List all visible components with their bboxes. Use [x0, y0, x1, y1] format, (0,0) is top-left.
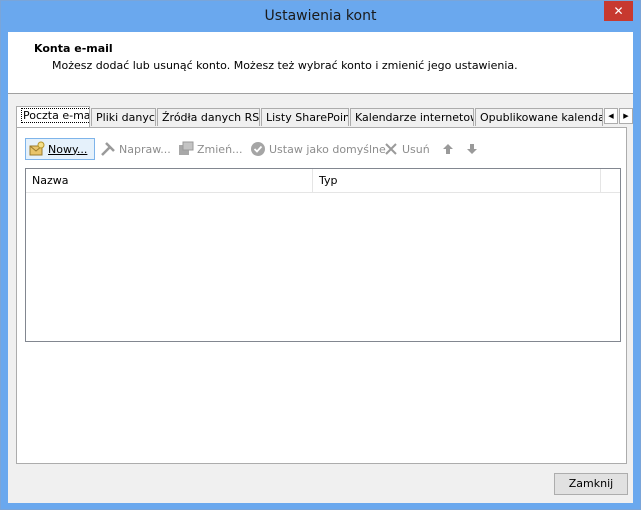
- close-icon: ✕: [613, 4, 624, 18]
- new-account-icon: [29, 141, 45, 157]
- header-panel: Konta e-mail Możesz dodać lub usunąć kon…: [8, 32, 633, 94]
- tab-scroll-right-button[interactable]: ▶: [619, 108, 633, 124]
- tab-internet-calendars-label: Kalendarze internetowe: [355, 111, 474, 124]
- remove-label: Usuń: [402, 142, 430, 156]
- account-settings-window: Ustawienia kont ✕ Konta e-mail Możesz do…: [0, 0, 641, 510]
- close-button-label: Zamknij: [568, 477, 614, 490]
- email-tab-panel: Nowy... Napraw... Zmień... Ustaw jako do…: [16, 127, 627, 464]
- arrow-up-icon: [440, 141, 456, 157]
- accounts-list[interactable]: Nazwa Typ: [25, 168, 621, 342]
- tab-sharepoint-lists-label: Listy SharePoint: [266, 111, 349, 124]
- remove-button[interactable]: Usuń: [380, 138, 433, 160]
- repair-label: Napraw...: [119, 142, 171, 156]
- move-up-button[interactable]: [437, 138, 459, 160]
- tab-published-calendars-label: Opublikowane kalendarze: [480, 111, 602, 124]
- tab-strip: Poczta e-mail Pliki danych Źródła danych…: [16, 106, 633, 127]
- tab-email-label: Poczta e-mail: [21, 108, 89, 123]
- tab-rss-feeds-label: Źródła danych RSS: [162, 111, 260, 124]
- header-title: Konta e-mail: [34, 42, 113, 55]
- column-type-label: Typ: [319, 174, 338, 187]
- new-account-label: Nowy...: [48, 142, 88, 156]
- window-title: Ustawienia kont: [264, 8, 377, 24]
- close-button[interactable]: Zamknij: [554, 473, 628, 495]
- move-down-button[interactable]: [461, 138, 483, 160]
- tab-sharepoint-lists[interactable]: Listy SharePoint: [261, 108, 349, 126]
- new-account-button[interactable]: Nowy...: [25, 138, 95, 160]
- tab-published-calendars[interactable]: Opublikowane kalendarze: [475, 108, 603, 126]
- set-default-label: Ustaw jako domyślne: [269, 142, 386, 156]
- tab-data-files-label: Pliki danych: [96, 111, 156, 124]
- tab-rss-feeds[interactable]: Źródła danych RSS: [157, 108, 260, 126]
- column-header-filler: [601, 169, 620, 192]
- column-header-type[interactable]: Typ: [313, 169, 601, 192]
- change-label: Zmień...: [197, 142, 243, 156]
- change-button[interactable]: Zmień...: [175, 138, 246, 160]
- chevron-right-icon: ▶: [623, 112, 629, 120]
- tab-scroll-left-button[interactable]: ◀: [604, 108, 618, 124]
- repair-button[interactable]: Napraw...: [97, 138, 174, 160]
- set-default-button[interactable]: Ustaw jako domyślne: [247, 138, 389, 160]
- tab-email[interactable]: Poczta e-mail: [16, 106, 90, 127]
- title-bar[interactable]: Ustawienia kont ✕: [1, 1, 640, 32]
- tab-data-files[interactable]: Pliki danych: [91, 108, 156, 126]
- dialog-body: Konta e-mail Możesz dodać lub usunąć kon…: [8, 32, 633, 503]
- accounts-toolbar: Nowy... Napraw... Zmień... Ustaw jako do…: [17, 138, 626, 162]
- checkmark-circle-icon: [250, 141, 266, 157]
- x-icon: [383, 141, 399, 157]
- header-description: Możesz dodać lub usunąć konto. Możesz te…: [52, 59, 518, 72]
- column-name-label: Nazwa: [32, 174, 69, 187]
- chevron-left-icon: ◀: [608, 112, 614, 120]
- tab-internet-calendars[interactable]: Kalendarze internetowe: [350, 108, 474, 126]
- list-header: Nazwa Typ: [26, 169, 620, 193]
- repair-tools-icon: [100, 141, 116, 157]
- window-close-button[interactable]: ✕: [604, 1, 633, 21]
- change-icon: [178, 141, 194, 157]
- column-header-name[interactable]: Nazwa: [26, 169, 313, 192]
- arrow-down-icon: [464, 141, 480, 157]
